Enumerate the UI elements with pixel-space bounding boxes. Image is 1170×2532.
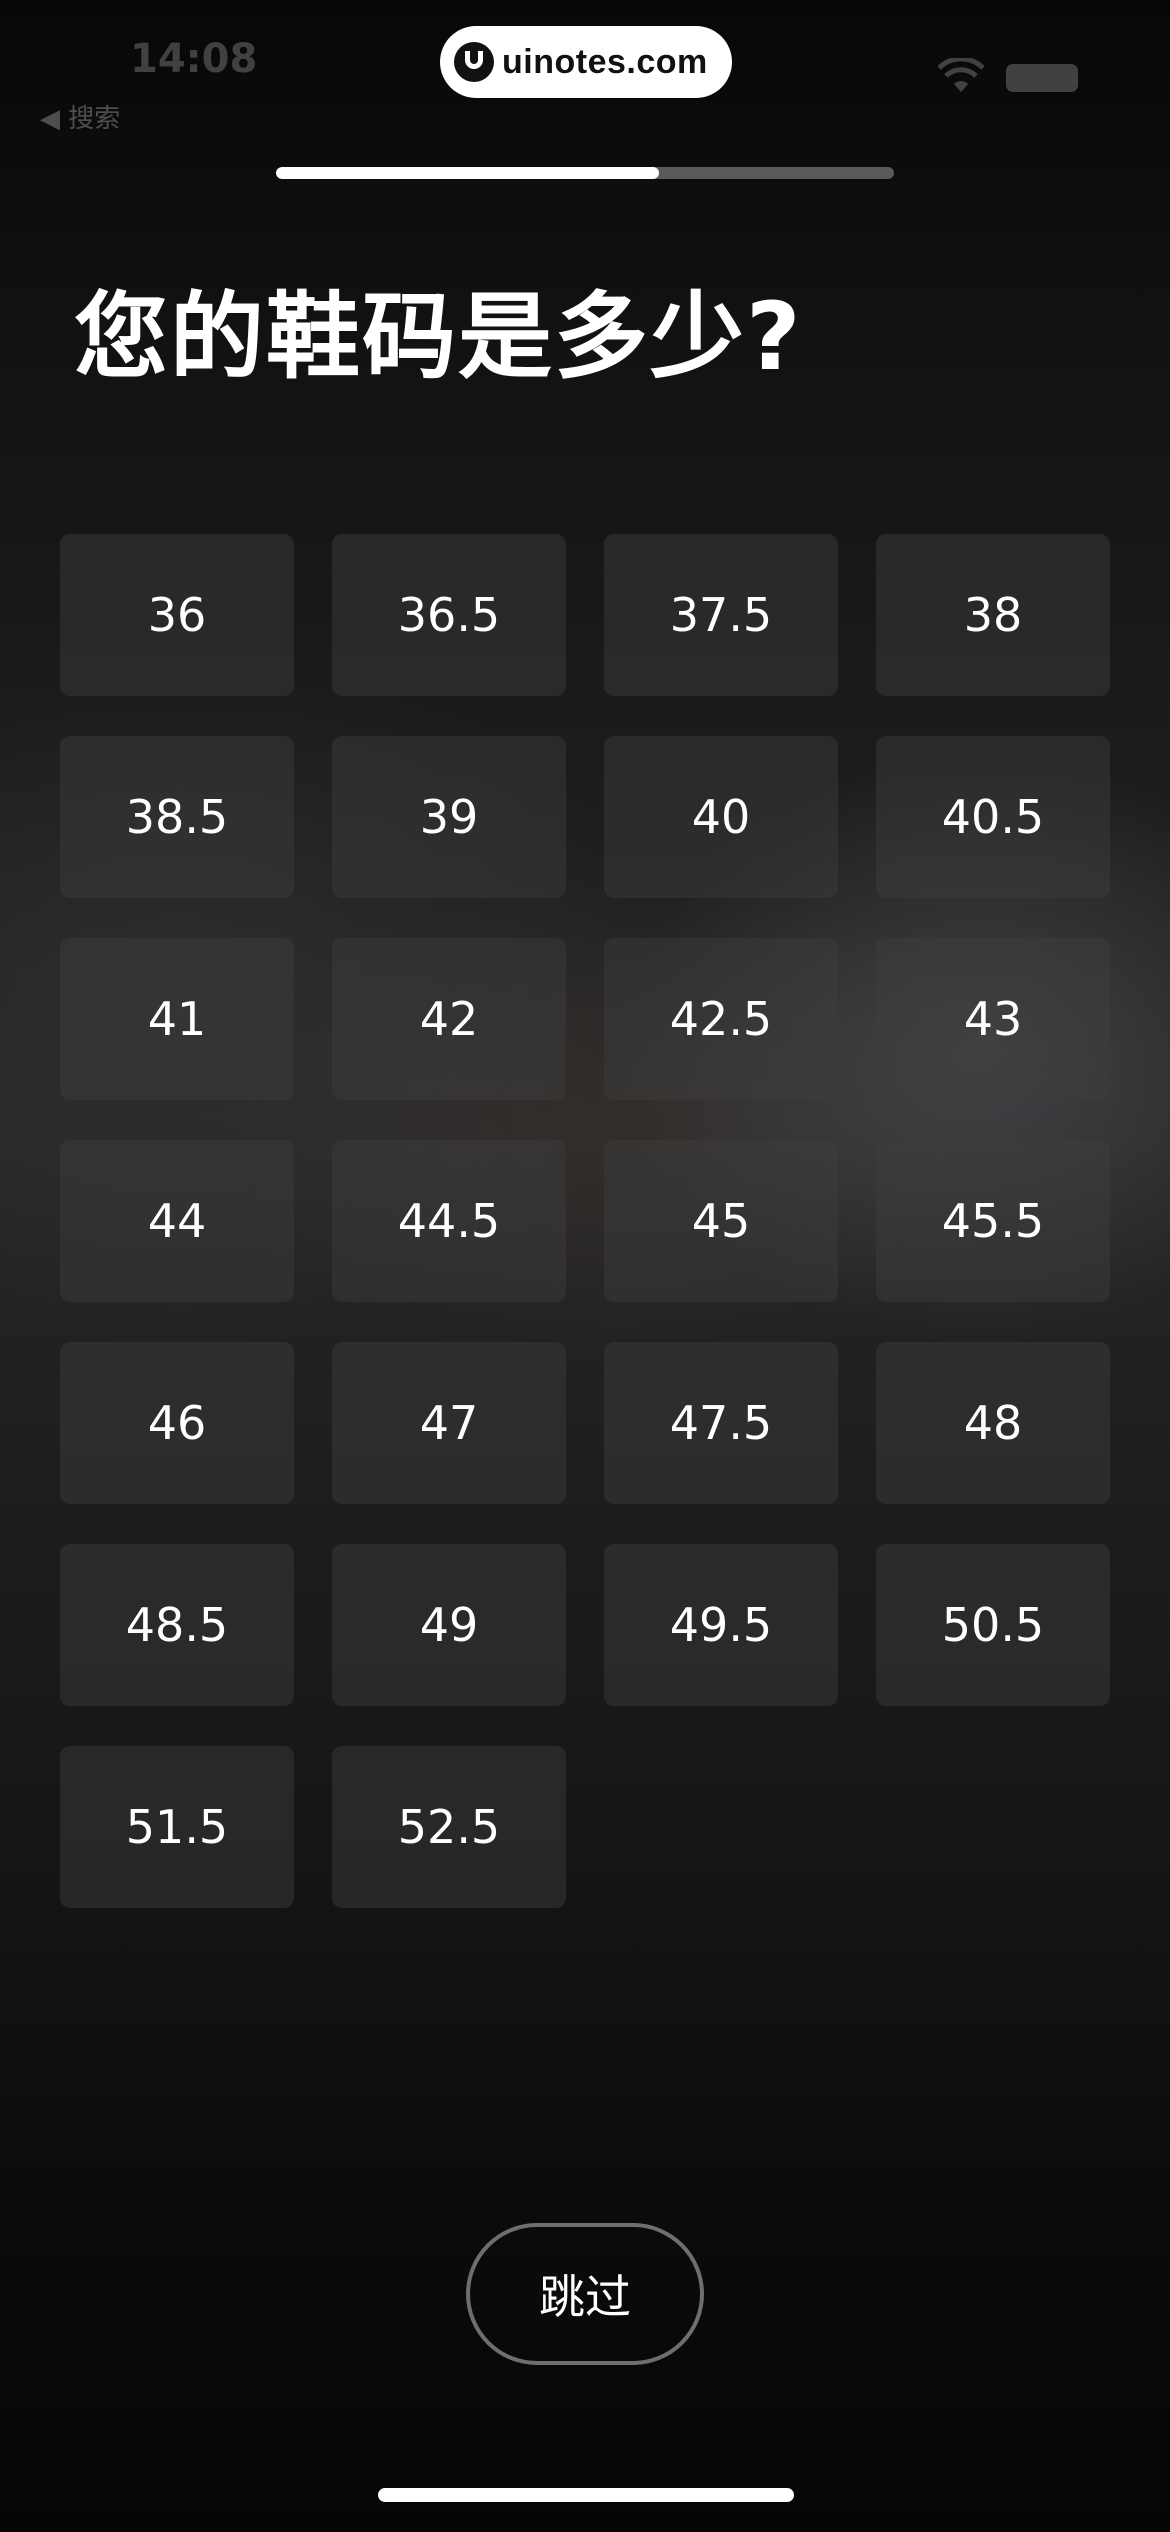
size-option[interactable]: 42.5 (604, 938, 838, 1100)
size-option[interactable]: 47.5 (604, 1342, 838, 1504)
size-option[interactable]: 45 (604, 1140, 838, 1302)
uinotes-logo-icon (454, 42, 494, 82)
wifi-icon (938, 58, 984, 92)
size-option[interactable]: 49 (332, 1544, 566, 1706)
status-time: 14:08 (130, 36, 258, 82)
size-option[interactable]: 40 (604, 736, 838, 898)
size-option[interactable]: 41 (60, 938, 294, 1100)
size-option[interactable]: 38.5 (60, 736, 294, 898)
status-back-link[interactable]: ◀ 搜索 (40, 98, 120, 135)
size-option[interactable]: 40.5 (876, 736, 1110, 898)
progress-bar-fill (276, 167, 660, 179)
size-option[interactable]: 42 (332, 938, 566, 1100)
size-option[interactable]: 38 (876, 534, 1110, 696)
size-option[interactable]: 44.5 (332, 1140, 566, 1302)
battery-icon (1006, 64, 1078, 92)
size-option[interactable]: 49.5 (604, 1544, 838, 1706)
shoe-size-grid: 36 36.5 37.5 38 38.5 39 40 40.5 41 42 42.5 43 44 44.5… (60, 534, 1110, 1908)
size-option[interactable]: 46 (60, 1342, 294, 1504)
size-option[interactable]: 48 (876, 1342, 1110, 1504)
size-option[interactable]: 51.5 (60, 1746, 294, 1908)
watermark-badge: uinotes.com (440, 26, 732, 98)
size-option[interactable]: 37.5 (604, 534, 838, 696)
size-option[interactable]: 47 (332, 1342, 566, 1504)
size-option[interactable]: 36 (60, 534, 294, 696)
watermark-text: uinotes.com (502, 42, 708, 81)
progress-bar (276, 167, 894, 179)
size-option[interactable]: 39 (332, 736, 566, 898)
size-option[interactable]: 52.5 (332, 1746, 566, 1908)
size-option[interactable]: 50.5 (876, 1544, 1110, 1706)
size-option[interactable]: 44 (60, 1140, 294, 1302)
size-option[interactable]: 43 (876, 938, 1110, 1100)
size-option[interactable]: 45.5 (876, 1140, 1110, 1302)
home-indicator[interactable] (378, 2488, 794, 2502)
size-option[interactable]: 48.5 (60, 1544, 294, 1706)
size-option[interactable]: 36.5 (332, 534, 566, 696)
page-title: 您的鞋码是多少? (74, 283, 803, 392)
skip-button[interactable]: 跳过 (466, 2223, 704, 2365)
